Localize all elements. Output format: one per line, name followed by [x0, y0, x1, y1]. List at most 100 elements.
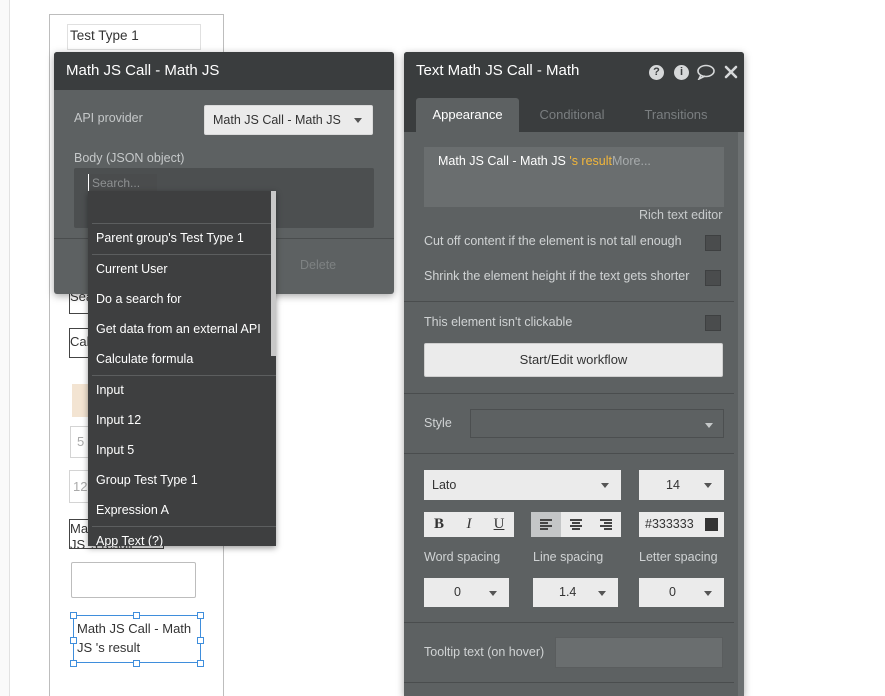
font-color-swatch[interactable] — [705, 518, 718, 531]
font-color-field[interactable]: #333333 — [639, 512, 724, 537]
shrink-height-label: Shrink the element height if the text ge… — [424, 269, 690, 283]
align-left-icon — [540, 519, 552, 530]
resize-handle[interactable] — [133, 612, 140, 619]
align-right-button[interactable] — [591, 512, 621, 537]
canvas-input-12[interactable]: 12 — [69, 470, 89, 503]
autocomplete-option[interactable]: Input — [96, 383, 124, 397]
autocomplete-option[interactable]: Input 12 — [96, 413, 141, 427]
comment-icon[interactable] — [697, 64, 715, 83]
selected-text-element[interactable]: Math JS Call - Math JS 's result — [73, 615, 201, 663]
chevron-down-icon — [704, 483, 712, 488]
start-edit-workflow-button[interactable]: Start/Edit workflow — [424, 343, 723, 377]
letter-spacing-value: 0 — [669, 585, 676, 599]
line-spacing-label: Line spacing — [533, 550, 604, 564]
shrink-height-checkbox[interactable] — [705, 270, 721, 286]
autocomplete-option[interactable]: Do a search for — [96, 292, 181, 306]
property-editor-title: Text Math JS Call - Math — [404, 52, 744, 90]
chevron-down-icon — [354, 118, 362, 123]
section-divider — [404, 622, 734, 623]
content-dynamic-expression[interactable]: 's result — [569, 154, 612, 168]
rich-text-editor-link[interactable]: Rich text editor — [639, 208, 722, 222]
tooltip-label: Tooltip text (on hover) — [424, 645, 545, 659]
panel-scrollbar[interactable] — [738, 132, 744, 696]
autocomplete-option[interactable]: Parent group's Test Type 1 — [96, 231, 244, 245]
cutoff-content-label: Cut off content if the element is not ta… — [424, 234, 682, 248]
api-provider-select[interactable]: Math JS Call - Math JS — [204, 105, 373, 135]
close-icon[interactable] — [724, 65, 738, 82]
autocomplete-separator — [92, 375, 276, 376]
not-clickable-checkbox[interactable] — [705, 315, 721, 331]
font-family-select[interactable]: Lato — [424, 470, 621, 500]
chevron-down-icon — [598, 591, 606, 596]
section-divider — [404, 453, 734, 454]
canvas-calculate-button[interactable]: Cal — [69, 328, 89, 358]
autocomplete-option[interactable]: Current User — [96, 262, 168, 276]
chevron-down-icon — [489, 591, 497, 596]
bold-button[interactable]: B — [424, 512, 454, 537]
cutoff-content-checkbox[interactable] — [705, 235, 721, 251]
autocomplete-search-input[interactable]: Search... — [88, 174, 157, 192]
autocomplete-separator — [92, 526, 276, 527]
align-left-button[interactable] — [531, 512, 561, 537]
editor-left-strip — [0, 0, 10, 696]
content-preview[interactable]: Math JS Call - Math JS 's resultMore... — [424, 147, 724, 207]
api-call-panel-title: Math JS Call - Math JS — [54, 52, 394, 90]
autocomplete-search-placeholder: Search... — [92, 176, 141, 190]
chevron-down-icon — [705, 423, 713, 428]
autocomplete-separator — [92, 254, 276, 255]
tooltip-input[interactable] — [555, 637, 723, 668]
resize-handle[interactable] — [70, 612, 77, 619]
autocomplete-dropdown: Parent group's Test Type 1 Current User … — [88, 191, 276, 546]
canvas-input-empty[interactable] — [71, 562, 196, 598]
font-color-value: #333333 — [645, 517, 694, 531]
info-icon[interactable]: i — [674, 65, 689, 80]
content-more-link[interactable]: More... — [612, 154, 651, 168]
align-center-icon — [570, 519, 582, 530]
autocomplete-option[interactable]: App Text (?) — [96, 534, 163, 546]
align-center-button[interactable] — [561, 512, 591, 537]
resize-handle[interactable] — [133, 660, 140, 667]
style-label: Style — [424, 416, 452, 430]
selected-text-content: Math JS Call - Math JS 's result — [77, 621, 192, 655]
italic-button[interactable]: I — [454, 512, 484, 537]
tab-transitions[interactable]: Transitions — [631, 98, 721, 132]
resize-handle[interactable] — [197, 660, 204, 667]
section-divider — [404, 682, 734, 683]
help-icon[interactable]: ? — [649, 65, 664, 80]
word-spacing-select[interactable]: 0 — [424, 578, 509, 607]
autocomplete-option[interactable]: Calculate formula — [96, 352, 193, 366]
letter-spacing-label: Letter spacing — [639, 550, 718, 564]
tab-conditional[interactable]: Conditional — [527, 98, 617, 132]
body-json-label: Body (JSON object) — [74, 151, 185, 165]
autocomplete-option[interactable]: Get data from an external API — [96, 322, 261, 336]
resize-handle[interactable] — [70, 637, 77, 644]
chevron-down-icon — [601, 483, 609, 488]
autocomplete-separator — [92, 223, 276, 224]
delete-button[interactable]: Delete — [300, 258, 336, 272]
font-size-value: 14 — [666, 478, 680, 492]
word-spacing-value: 0 — [454, 585, 461, 599]
chevron-down-icon — [704, 591, 712, 596]
resize-handle[interactable] — [197, 612, 204, 619]
workflow-button-label: Start/Edit workflow — [519, 352, 628, 367]
line-spacing-value: 1.4 — [559, 585, 577, 599]
autocomplete-option[interactable]: Group Test Type 1 — [96, 473, 198, 487]
canvas-text-test-type[interactable]: Test Type 1 — [67, 24, 201, 50]
font-size-select[interactable]: 14 — [639, 470, 724, 500]
section-divider — [404, 301, 734, 302]
word-spacing-label: Word spacing — [424, 550, 501, 564]
autocomplete-option[interactable]: Expression A — [96, 503, 169, 517]
resize-handle[interactable] — [197, 637, 204, 644]
underline-button[interactable]: U — [484, 512, 514, 537]
font-family-value: Lato — [432, 478, 457, 492]
canvas-input-5[interactable]: 5 — [70, 426, 90, 458]
letter-spacing-select[interactable]: 0 — [639, 578, 724, 607]
resize-handle[interactable] — [70, 660, 77, 667]
tab-appearance[interactable]: Appearance — [416, 98, 519, 132]
section-divider — [404, 393, 734, 394]
style-select[interactable] — [470, 409, 724, 438]
autocomplete-option[interactable]: Input 5 — [96, 443, 134, 457]
line-spacing-select[interactable]: 1.4 — [533, 578, 618, 607]
api-provider-label: API provider — [74, 111, 143, 125]
autocomplete-scrollbar[interactable] — [271, 191, 276, 356]
